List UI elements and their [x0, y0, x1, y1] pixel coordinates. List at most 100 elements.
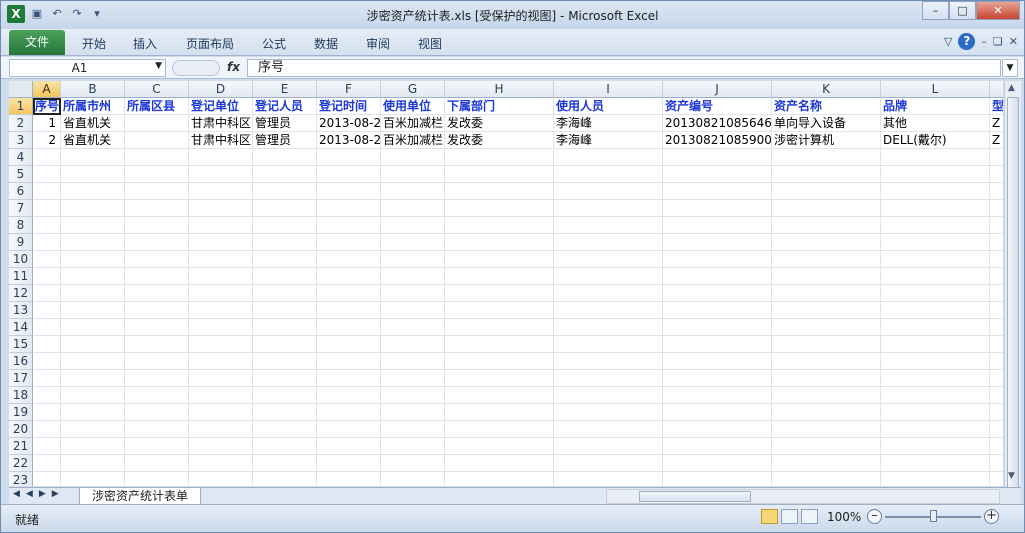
- empty-cell[interactable]: [990, 455, 1003, 472]
- empty-cell[interactable]: [33, 200, 61, 217]
- empty-cell[interactable]: [33, 370, 61, 387]
- empty-cell[interactable]: [663, 149, 772, 166]
- empty-cell[interactable]: [317, 166, 381, 183]
- minimize-icon[interactable]: –: [922, 1, 949, 20]
- empty-cell[interactable]: [189, 472, 253, 486]
- empty-cell[interactable]: [554, 183, 663, 200]
- header-cell[interactable]: 下属部门: [445, 98, 554, 115]
- empty-cell[interactable]: [554, 421, 663, 438]
- empty-cell[interactable]: [33, 217, 61, 234]
- empty-cell[interactable]: [554, 217, 663, 234]
- column-header-c[interactable]: C: [125, 81, 189, 98]
- empty-cell[interactable]: [125, 319, 189, 336]
- empty-cell[interactable]: [253, 149, 317, 166]
- header-cell[interactable]: 所属市州: [61, 98, 125, 115]
- table-cell[interactable]: 2013-08-21: [317, 132, 381, 149]
- empty-cell[interactable]: [772, 455, 881, 472]
- header-cell[interactable]: 登记人员: [253, 98, 317, 115]
- header-cell[interactable]: 登记单位: [189, 98, 253, 115]
- empty-cell[interactable]: [990, 234, 1003, 251]
- header-cell[interactable]: 资产编号: [663, 98, 772, 115]
- empty-cell[interactable]: [33, 268, 61, 285]
- empty-cell[interactable]: [61, 319, 125, 336]
- empty-cell[interactable]: [554, 149, 663, 166]
- row-header-12[interactable]: 12: [9, 285, 33, 302]
- row-header-9[interactable]: 9: [9, 234, 33, 251]
- empty-cell[interactable]: [317, 251, 381, 268]
- row-header-7[interactable]: 7: [9, 200, 33, 217]
- table-cell[interactable]: 管理员: [253, 115, 317, 132]
- empty-cell[interactable]: [253, 336, 317, 353]
- empty-cell[interactable]: [881, 285, 990, 302]
- table-cell[interactable]: 单向导入设备: [772, 115, 881, 132]
- empty-cell[interactable]: [445, 251, 554, 268]
- empty-cell[interactable]: [33, 336, 61, 353]
- empty-cell[interactable]: [445, 302, 554, 319]
- vertical-scrollbar[interactable]: ▲ ▼: [1004, 81, 1021, 527]
- empty-cell[interactable]: [881, 319, 990, 336]
- select-all-corner[interactable]: [9, 81, 33, 98]
- row-header-23[interactable]: 23: [9, 472, 33, 486]
- empty-cell[interactable]: [445, 149, 554, 166]
- empty-cell[interactable]: [990, 353, 1003, 370]
- empty-cell[interactable]: [317, 217, 381, 234]
- empty-cell[interactable]: [881, 234, 990, 251]
- empty-cell[interactable]: [990, 319, 1003, 336]
- empty-cell[interactable]: [61, 166, 125, 183]
- header-cell[interactable]: 使用人员: [554, 98, 663, 115]
- empty-cell[interactable]: [189, 421, 253, 438]
- empty-cell[interactable]: [61, 149, 125, 166]
- row-header-5[interactable]: 5: [9, 166, 33, 183]
- empty-cell[interactable]: [381, 353, 445, 370]
- empty-cell[interactable]: [663, 387, 772, 404]
- empty-cell[interactable]: [663, 336, 772, 353]
- empty-cell[interactable]: [881, 472, 990, 486]
- column-header-l[interactable]: L: [881, 81, 990, 98]
- empty-cell[interactable]: [381, 149, 445, 166]
- empty-cell[interactable]: [381, 251, 445, 268]
- empty-cell[interactable]: [189, 166, 253, 183]
- column-header-j[interactable]: J: [663, 81, 772, 98]
- empty-cell[interactable]: [881, 353, 990, 370]
- column-header-i[interactable]: I: [554, 81, 663, 98]
- empty-cell[interactable]: [990, 472, 1003, 486]
- empty-cell[interactable]: [381, 319, 445, 336]
- empty-cell[interactable]: [772, 149, 881, 166]
- empty-cell[interactable]: [317, 353, 381, 370]
- empty-cell[interactable]: [189, 438, 253, 455]
- empty-cell[interactable]: [663, 438, 772, 455]
- empty-cell[interactable]: [381, 455, 445, 472]
- empty-cell[interactable]: [317, 268, 381, 285]
- empty-cell[interactable]: [554, 302, 663, 319]
- empty-cell[interactable]: [61, 421, 125, 438]
- scroll-down-icon[interactable]: ▼: [1008, 471, 1015, 481]
- workbook-minimize-icon[interactable]: –: [981, 35, 987, 48]
- sheet-tab[interactable]: 涉密资产统计表单: [79, 488, 202, 505]
- empty-cell[interactable]: [881, 404, 990, 421]
- table-cell[interactable]: 2: [33, 132, 61, 149]
- empty-cell[interactable]: [663, 472, 772, 486]
- empty-cell[interactable]: [61, 251, 125, 268]
- empty-cell[interactable]: [990, 404, 1003, 421]
- empty-cell[interactable]: [317, 370, 381, 387]
- empty-cell[interactable]: [554, 268, 663, 285]
- empty-cell[interactable]: [772, 251, 881, 268]
- empty-cell[interactable]: [663, 268, 772, 285]
- empty-cell[interactable]: [317, 336, 381, 353]
- empty-cell[interactable]: [445, 200, 554, 217]
- empty-cell[interactable]: [881, 183, 990, 200]
- empty-cell[interactable]: [317, 319, 381, 336]
- empty-cell[interactable]: [61, 302, 125, 319]
- column-header-b[interactable]: B: [61, 81, 125, 98]
- empty-cell[interactable]: [381, 285, 445, 302]
- row-header-11[interactable]: 11: [9, 268, 33, 285]
- empty-cell[interactable]: [317, 183, 381, 200]
- zoom-slider-knob[interactable]: [930, 510, 937, 522]
- empty-cell[interactable]: [317, 302, 381, 319]
- empty-cell[interactable]: [445, 421, 554, 438]
- empty-cell[interactable]: [445, 319, 554, 336]
- empty-cell[interactable]: [125, 268, 189, 285]
- empty-cell[interactable]: [125, 302, 189, 319]
- empty-cell[interactable]: [554, 336, 663, 353]
- empty-cell[interactable]: [990, 183, 1003, 200]
